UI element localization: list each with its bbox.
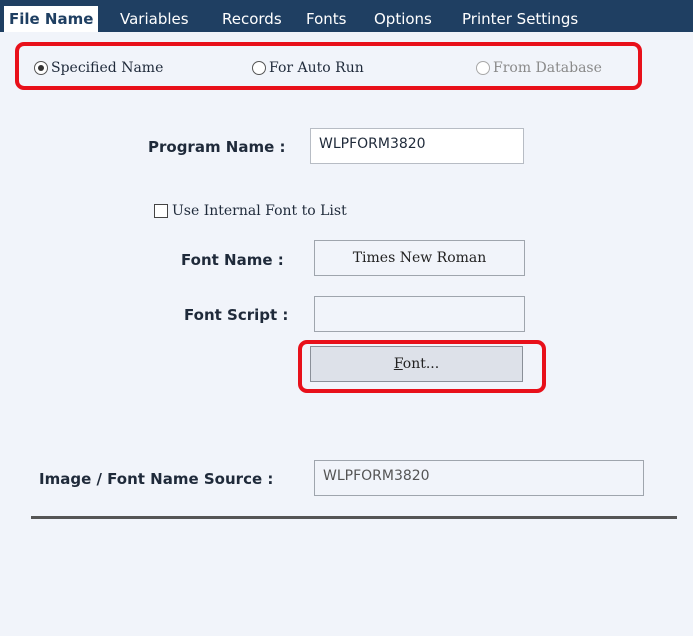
radio-for-auto-run[interactable]: For Auto Run (252, 58, 364, 78)
tab-options[interactable]: Options (374, 6, 432, 32)
section-divider (31, 516, 677, 519)
font-name-field: Times New Roman (314, 240, 525, 276)
use-internal-font-checkbox[interactable] (154, 204, 168, 218)
program-name-input[interactable]: WLPFORM3820 (310, 128, 524, 164)
radio-for-auto-run-label: For Auto Run (269, 60, 364, 76)
tab-records[interactable]: Records (222, 6, 282, 32)
font-name-label: Font Name : (181, 251, 284, 269)
tab-printer-settings[interactable]: Printer Settings (462, 6, 578, 32)
tab-file-name[interactable]: File Name (4, 6, 99, 32)
radio-disabled-icon (476, 61, 490, 75)
radio-unchecked-icon[interactable] (252, 61, 266, 75)
use-internal-font-label: Use Internal Font to List (172, 203, 347, 219)
font-script-field (314, 296, 525, 332)
use-internal-font-checkbox-row[interactable]: Use Internal Font to List (154, 202, 347, 220)
file-name-panel (0, 32, 693, 636)
font-button[interactable]: Font... (310, 346, 523, 382)
font-button-mnemonic: F (393, 356, 403, 372)
tab-fonts[interactable]: Fonts (306, 6, 346, 32)
font-button-label: ont... (402, 356, 440, 372)
radio-specified-name[interactable]: Specified Name (34, 58, 163, 78)
radio-from-database: From Database (476, 58, 602, 78)
program-name-label: Program Name : (148, 138, 286, 156)
radio-specified-name-label: Specified Name (51, 60, 164, 76)
radio-from-database-label: From Database (493, 60, 602, 76)
image-font-source-label: Image / Font Name Source : (39, 470, 274, 488)
tab-variables[interactable]: Variables (120, 6, 189, 32)
tab-bar: File Name Variables Records Fonts Option… (0, 0, 693, 32)
image-font-source-field: WLPFORM3820 (314, 460, 644, 496)
radio-checked-icon[interactable] (34, 61, 48, 75)
font-script-label: Font Script : (184, 306, 289, 324)
